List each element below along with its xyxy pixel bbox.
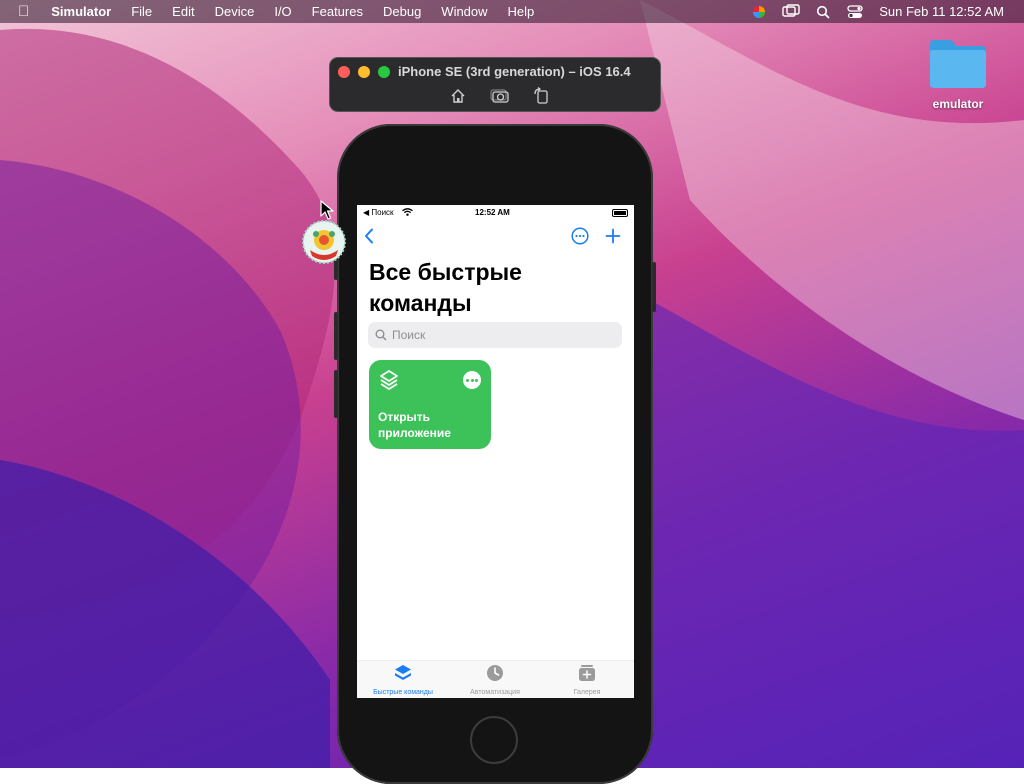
apple-menu-icon[interactable]:  [0, 0, 41, 23]
menu-device[interactable]: Device [205, 0, 265, 23]
iphone-screen: ◀ Поиск 12:52 AM Все быстрые команды Пои… [357, 205, 634, 698]
simulator-titlebar: iPhone SE (3rd generation) – iOS 16.4 [329, 57, 661, 112]
more-options-icon[interactable] [571, 227, 589, 245]
shortcut-title: Открыть приложение [378, 410, 451, 440]
spotlight-search-icon[interactable] [813, 0, 833, 23]
shortcuts-layers-icon [380, 370, 398, 390]
tab-automation-label: Автоматизация [470, 689, 520, 696]
tab-gallery-label: Галерея [573, 689, 601, 696]
gallery-icon [579, 665, 595, 681]
control-center-icon[interactable] [845, 0, 865, 23]
shortcut-card-open-app[interactable]: Открыть приложение [369, 360, 491, 449]
minimize-window-button[interactable] [358, 66, 370, 78]
iphone-home-button[interactable] [470, 716, 518, 764]
power-button [652, 262, 656, 312]
volume-up-button [334, 312, 338, 360]
menu-features[interactable]: Features [302, 0, 373, 23]
menu-app-name[interactable]: Simulator [41, 0, 121, 23]
rotate-device-icon[interactable] [532, 87, 552, 105]
menu-io[interactable]: I/O [264, 0, 301, 23]
color-wheel-icon[interactable] [749, 0, 769, 23]
page-title: Все быстрые команды [369, 259, 522, 316]
tab-gallery[interactable]: Галерея [541, 663, 633, 696]
search-field[interactable]: Поиск [368, 322, 622, 348]
search-placeholder: Поиск [392, 328, 426, 342]
menu-debug[interactable]: Debug [373, 0, 431, 23]
mouse-cursor-icon [320, 200, 334, 220]
add-shortcut-icon[interactable] [605, 228, 621, 244]
screenshot-camera-icon[interactable] [490, 87, 510, 105]
ios-tab-bar: Быстрые команды Автоматизация Галерея [357, 660, 634, 698]
tab-shortcuts-label: Быстрые команды [373, 689, 433, 696]
shortcuts-tab-icon [395, 665, 411, 680]
shortcut-more-button[interactable] [463, 371, 481, 389]
menu-edit[interactable]: Edit [162, 0, 204, 23]
volume-down-button [334, 370, 338, 418]
ios-status-bar: ◀ Поиск 12:52 AM [357, 205, 634, 221]
search-icon [375, 329, 387, 341]
zoom-window-button[interactable] [378, 66, 390, 78]
close-window-button[interactable] [338, 66, 350, 78]
back-to-app-link[interactable]: ◀ Поиск [363, 208, 394, 217]
dragged-app-icon[interactable] [302, 216, 346, 266]
menu-window[interactable]: Window [431, 0, 497, 23]
tab-shortcuts[interactable]: Быстрые команды [357, 663, 449, 696]
menubar-clock[interactable]: Sun Feb 11 12:52 AM [871, 0, 1024, 23]
folder-icon [930, 40, 986, 88]
menu-help[interactable]: Help [498, 0, 545, 23]
wifi-icon [402, 208, 413, 216]
tab-automation[interactable]: Автоматизация [449, 663, 541, 696]
desktop-folder[interactable]: emulator [922, 38, 994, 111]
automation-clock-icon [487, 665, 503, 681]
menu-file[interactable]: File [121, 0, 162, 23]
screen-mirroring-icon[interactable] [781, 0, 801, 23]
menu-bar:  Simulator File Edit Device I/O Feature… [0, 0, 1024, 23]
folder-label: emulator [932, 97, 984, 111]
navigation-bar [357, 225, 634, 249]
ios-status-time: 12:52 AM [475, 208, 510, 217]
battery-icon [612, 209, 628, 217]
simulator-window-title: iPhone SE (3rd generation) – iOS 16.4 [398, 64, 631, 79]
back-chevron-icon[interactable] [364, 228, 374, 244]
home-icon[interactable] [448, 87, 468, 105]
